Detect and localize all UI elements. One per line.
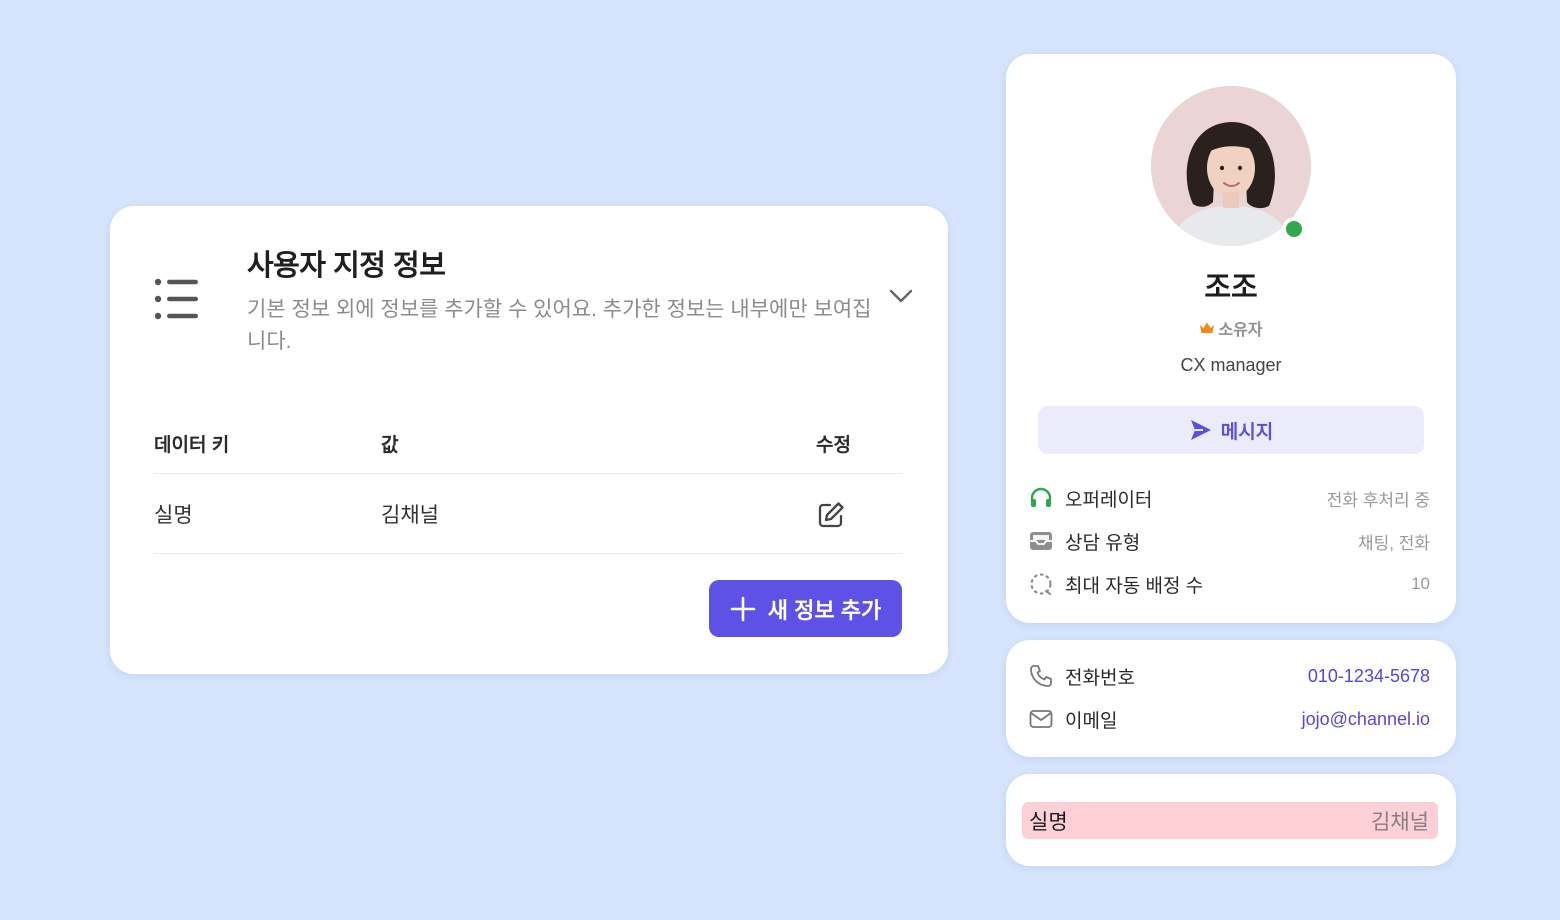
table-cell-key: 실명 (154, 504, 193, 527)
table-cell-value: 김채널 (381, 504, 439, 527)
profile-name: 조조 (1204, 272, 1258, 304)
highlighted-key: 실명 (1029, 810, 1068, 834)
chevron-down-icon[interactable] (888, 286, 914, 306)
column-header-edit: 수정 (816, 435, 851, 456)
custom-info-preview-card: 실명 김채널 (1006, 774, 1456, 866)
custom-info-title: 사용자 지정 정보 (247, 250, 446, 282)
detail-row-consult-type: 상담 유형 채팅, 전화 (1028, 526, 1430, 556)
detail-label: 최대 자동 배정 수 (1065, 575, 1204, 597)
add-info-button[interactable]: 새 정보 추가 (709, 580, 902, 637)
phone-link[interactable]: 010-1234-5678 (1308, 666, 1430, 687)
role-label: 소유자 (1218, 322, 1263, 339)
dashed-circle-icon (1028, 571, 1054, 597)
table-row-divider (154, 553, 902, 554)
crown-icon (1200, 322, 1215, 333)
column-header-value: 값 (381, 435, 399, 456)
add-info-button-label: 새 정보 추가 (767, 597, 882, 623)
detail-value: 10 (1411, 574, 1430, 593)
table-header-divider (154, 473, 902, 474)
list-icon (154, 278, 198, 320)
highlighted-info-row: 실명 김채널 (1022, 802, 1438, 839)
profile-card: 조조 소유자 CX manager 메시지 오퍼레이터 전화 후처리 중 상담 … (1006, 54, 1456, 623)
detail-row-max-auto-assign: 최대 자동 배정 수 10 (1028, 569, 1430, 599)
column-header-key: 데이터 키 (154, 435, 230, 456)
send-icon (1190, 420, 1211, 440)
email-link[interactable]: jojo@channel.io (1302, 709, 1430, 730)
phone-icon (1028, 663, 1054, 689)
role-badge: 소유자 (1006, 316, 1456, 340)
job-title: CX manager (1180, 355, 1282, 375)
mail-icon (1028, 706, 1054, 732)
custom-info-card: 사용자 지정 정보 기본 정보 외에 정보를 추가할 수 있어요. 추가한 정보… (110, 206, 948, 674)
detail-value: 채팅, 전화 (1357, 533, 1430, 553)
contact-label: 전화번호 (1065, 667, 1135, 689)
custom-info-description: 기본 정보 외에 정보를 추가할 수 있어요. 추가한 정보는 내부에만 보여집… (247, 298, 872, 353)
contact-row-phone: 전화번호 010-1234-5678 (1028, 661, 1430, 691)
plus-icon (730, 596, 756, 621)
message-button[interactable]: 메시지 (1038, 406, 1424, 454)
detail-label: 상담 유형 (1065, 532, 1141, 554)
online-status-indicator (1282, 217, 1306, 241)
detail-label: 오퍼레이터 (1065, 489, 1153, 511)
contact-row-email: 이메일 jojo@channel.io (1028, 704, 1430, 734)
edit-icon[interactable] (816, 500, 846, 530)
contact-card: 전화번호 010-1234-5678 이메일 jojo@channel.io (1006, 640, 1456, 757)
headset-icon (1028, 485, 1054, 511)
detail-row-operator: 오퍼레이터 전화 후처리 중 (1028, 483, 1430, 513)
highlighted-value: 김채널 (1371, 810, 1429, 834)
inbox-icon (1028, 528, 1054, 554)
message-button-label: 메시지 (1220, 421, 1274, 443)
detail-value: 전화 후처리 중 (1326, 490, 1430, 510)
contact-label: 이메일 (1065, 710, 1118, 732)
